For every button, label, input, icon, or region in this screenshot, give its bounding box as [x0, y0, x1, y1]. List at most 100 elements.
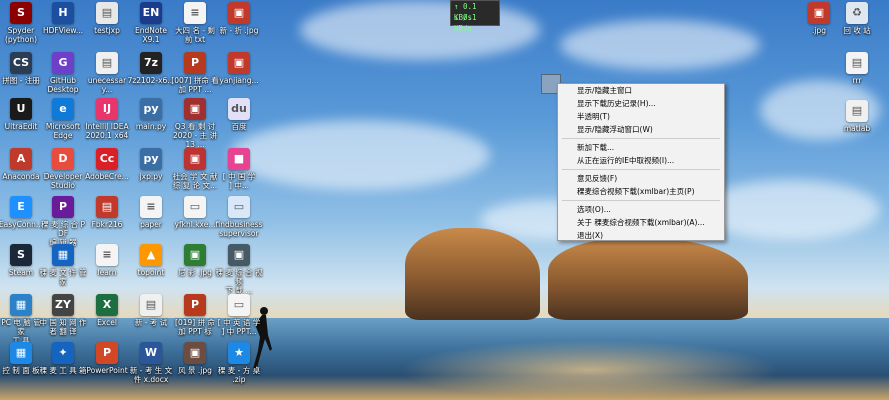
desktop-icon[interactable]: P [007] 拼命 看 加 PPT ... — [171, 52, 219, 94]
desktop-icon[interactable]: ✦ 稞 麦 工 具 箱 — [39, 342, 87, 375]
desktop-icon[interactable]: W 新 - 考 生 文 件 x.docx — [127, 342, 175, 384]
github-icon: G — [52, 52, 74, 74]
desktop-icon[interactable]: ▤ unecessary... — [83, 52, 131, 94]
desktop-icon[interactable]: ▤ Fbkr216 — [83, 196, 131, 229]
desktop-icon[interactable]: e Microsoft Edge — [39, 98, 87, 140]
desktop-icon-label: [019] 拼 命 加 PPT 标 — [175, 318, 215, 336]
rock-left — [405, 228, 540, 320]
desktop-icon-label: [ 中 国 学 ] 中... — [222, 172, 256, 190]
desktop-icon[interactable]: ♻ 回 收 站 — [833, 2, 881, 35]
desktop-icon[interactable]: ▤ 新 - 考 试 — [127, 294, 175, 327]
text-file-icon: ≡ — [140, 196, 162, 218]
desktop-icon-label: 7z2102-x6... — [127, 76, 175, 85]
menu-item-feedback[interactable]: 意见反馈(F) — [558, 172, 724, 185]
desktop-icon[interactable]: ▣ 新 - 折 .jpg — [215, 2, 263, 35]
desktop-icon-label: PowerPoint — [86, 366, 128, 375]
desktop-icon[interactable]: du 百度 — [215, 98, 263, 131]
file-icon: ▤ — [846, 52, 868, 74]
desktop-icon[interactable]: X Excel — [83, 294, 131, 327]
desktop-icon[interactable]: H HDFView... — [39, 2, 87, 35]
desktop-icon[interactable]: P [019] 拼 命 加 PPT 标 — [171, 294, 219, 336]
desktop-icon-label: topoint — [137, 268, 165, 277]
desktop-icon[interactable]: py main.py — [127, 98, 175, 131]
desktop-icon[interactable]: ▤ rrr — [833, 52, 881, 85]
desktop-icon[interactable]: ▣ 风 景 .jpg — [171, 342, 219, 375]
desktop-icon[interactable]: EN EndNote X9.1 — [127, 2, 175, 44]
python-file-icon: ▤ — [846, 100, 868, 122]
upload-speed: ↑ 0.1 KB/s — [451, 1, 499, 22]
desktop-icon[interactable]: ▭ findbusiness supervisor — [215, 196, 263, 238]
desktop-icon-label: 大四 名 - 剩 前 txt — [175, 26, 215, 44]
desktop-icon[interactable]: ▣ 社会 学 文 献 综 复 论 文... — [171, 148, 219, 190]
cloud — [230, 120, 490, 190]
desktop-icon[interactable]: G GitHub Desktop — [39, 52, 87, 94]
word-icon: W — [140, 342, 162, 364]
cloud — [560, 20, 760, 70]
desktop-icon[interactable]: ≡ learn — [83, 244, 131, 277]
desktop-icon[interactable]: py jxp.py — [127, 148, 175, 181]
menu-item-exit[interactable]: 退出(X) — [558, 229, 724, 242]
desktop-icon-label: IntelliJ IDEA 2020.1 x64 — [85, 122, 129, 140]
menu-item-options[interactable]: 选项(O)... — [558, 203, 724, 216]
desktop-icon-label: yanjiang... — [219, 76, 259, 85]
desktop-icon-label: 尼 彩 .jpg — [178, 268, 212, 277]
desktop-icon[interactable]: ▲ topoint — [127, 244, 175, 277]
desktop-icon[interactable]: IJ IntelliJ IDEA 2020.1 x64 — [83, 98, 131, 140]
desktop-icon[interactable]: ZY 中 国 知 网 作 者 翻 译 — [39, 294, 87, 336]
menu-item-about[interactable]: 关于 稞麦综合视频下载(xmlbar)(A)... — [558, 216, 724, 229]
desktop-icon[interactable]: ▣ Q3 看 剩 讨 2020 - 主 讲 13 ... — [171, 98, 219, 149]
menu-item-toggle-main-window[interactable]: 显示/隐藏主窗口 — [558, 84, 724, 97]
desktop-icon[interactable]: D Developer Studio — [39, 148, 87, 190]
desktop-icon-label: 回 收 站 — [843, 26, 871, 35]
desktop-icon-label: learn — [97, 268, 117, 277]
desktop-icon[interactable]: ≡ 大四 名 - 剩 前 txt — [171, 2, 219, 44]
desktop-icon[interactable]: 7z 7z2102-x6... — [127, 52, 175, 85]
desktop-icon[interactable]: ★ 稞 麦 - 方 桌 .zip — [215, 342, 263, 384]
download-speed: ↓ 0.1 KB/s — [451, 12, 499, 33]
hdfview-icon: H — [52, 2, 74, 24]
desktop-icon[interactable]: P稞 麦 综 合 PDF 编 辑 器 — [39, 196, 87, 247]
desktop-icon-label: AdobeCre... — [85, 172, 129, 181]
desktop-icon[interactable]: ▣ yanjiang... — [215, 52, 263, 85]
network-speed-widget[interactable]: ↑ 0.1 KB/s ↓ 0.1 KB/s — [450, 0, 500, 33]
menu-item-new-download[interactable]: 新加下载... — [558, 141, 724, 154]
desktop-icon-label: 稞 麦 工 具 箱 — [39, 366, 87, 375]
desktop-icon-label: Microsoft Edge — [45, 122, 81, 140]
desktop-icon[interactable]: ▤ testjxp — [83, 2, 131, 35]
desktop-icon[interactable]: ▣ 尼 彩 .jpg — [171, 244, 219, 277]
menu-item-grab-ie-video[interactable]: 从正在运行的IE中取视频(I)... — [558, 154, 724, 167]
desktop-icon-label: 稞 麦 - 方 桌 .zip — [217, 366, 261, 384]
desktop-icon-label: 社会 学 文 献 综 复 论 文... — [172, 172, 218, 190]
xmlbar-icon: ▣ — [228, 244, 250, 266]
desktop-icon-label: 中 国 知 网 作 者 翻 译 — [39, 318, 87, 336]
sun-reflection — [400, 340, 780, 400]
menu-item-toggle-float-window[interactable]: 显示/隐藏浮动窗口(W) — [558, 123, 724, 136]
ppt-icon: P — [184, 294, 206, 316]
ultraedit-icon: U — [10, 98, 32, 120]
desktop-icon[interactable]: P PowerPoint — [83, 342, 131, 375]
app-icon: ✦ — [52, 342, 74, 364]
recycle-bin-icon: ♻ — [846, 2, 868, 24]
desktop-icon[interactable]: Cc AdobeCre... — [83, 148, 131, 181]
adobe-icon: Cc — [96, 148, 118, 170]
desktop-icon[interactable]: ≡ paper — [127, 196, 175, 229]
desktop-icon-label: Fbkr216 — [91, 220, 123, 229]
desktop-icon-label: main.py — [135, 122, 167, 131]
desktop-icon-label: rrr — [852, 76, 862, 85]
menu-item-homepage[interactable]: 稞麦综合视频下载(xmlbar)主页(P) — [558, 185, 724, 198]
desktop-icon[interactable]: ▦ 稞 麦 文 件 管 家 — [39, 244, 87, 286]
desktop-icon[interactable]: ■ [ 中 国 学 ] 中... — [215, 148, 263, 190]
python-file-icon: py — [140, 148, 162, 170]
image-icon: ▣ — [184, 244, 206, 266]
app-icon: ▦ — [52, 244, 74, 266]
file-icon: ▭ — [228, 294, 250, 316]
menu-item-download-history[interactable]: 显示下载历史记录(H)... — [558, 97, 724, 110]
desktop-icon[interactable]: ▤ matlab — [833, 100, 881, 133]
desktop-icon-label: matlab — [843, 124, 871, 133]
desktop-icon[interactable]: ▭ yfkhl.kxe... — [171, 196, 219, 229]
desktop-icon[interactable]: ▭ [ 中 英 语 学 ] 中 PPT... — [215, 294, 263, 336]
baidu-icon: du — [228, 98, 250, 120]
file-icon: ▤ — [96, 52, 118, 74]
menu-item-translucent[interactable]: 半透明(T) — [558, 110, 724, 123]
desktop-icon[interactable]: ▣ 稞 麦 综 合 视 频 下 载 ... — [215, 244, 263, 295]
